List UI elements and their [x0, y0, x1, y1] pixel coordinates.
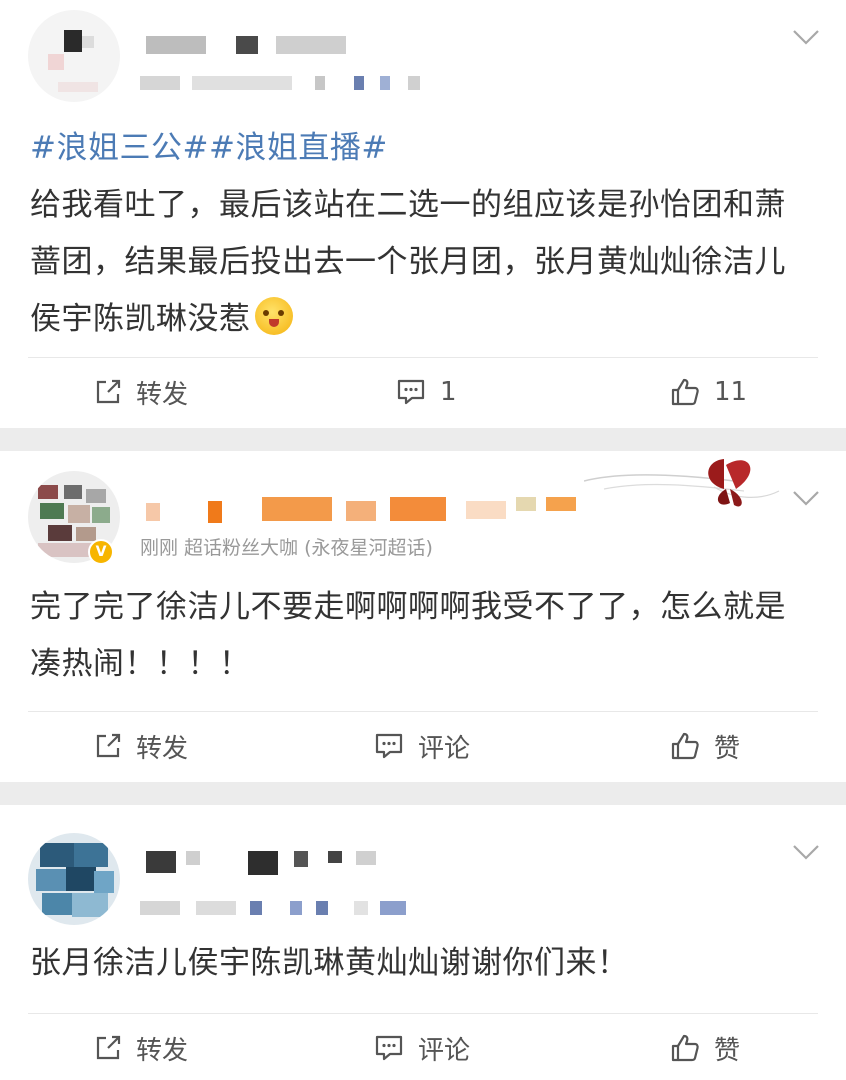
- repost-button[interactable]: 转发: [94, 362, 188, 422]
- share-square-icon: [96, 733, 121, 758]
- meta-blurred: [140, 901, 410, 915]
- comment-button[interactable]: 评论: [374, 1018, 470, 1078]
- share-square-icon: [96, 1035, 121, 1060]
- comment-bubble-icon: [397, 379, 425, 405]
- comment-button[interactable]: 评论: [374, 716, 470, 776]
- avatar[interactable]: [28, 10, 120, 102]
- like-button[interactable]: 11: [670, 362, 747, 422]
- topic-tags[interactable]: #浪姐三公##浪姐直播#: [30, 130, 388, 166]
- comment-button[interactable]: 1: [396, 362, 457, 422]
- chevron-down-icon[interactable]: [792, 843, 820, 861]
- post-card-3: 张月徐洁儿侯宇陈凯琳黄灿灿谢谢你们来！ 转发 评论 赞: [0, 805, 846, 1080]
- action-bar: 转发 评论 赞: [0, 716, 846, 776]
- action-bar: 转发 评论 赞: [0, 1018, 846, 1078]
- post-meta: 刚刚 超话粉丝大咖 (永夜星河超话): [140, 537, 433, 559]
- username-blurred[interactable]: [146, 36, 356, 54]
- comment-bubble-icon: [375, 1035, 403, 1061]
- repost-button[interactable]: 转发: [94, 716, 188, 776]
- divider: [28, 357, 818, 358]
- repost-label: 转发: [136, 1035, 189, 1066]
- like-button[interactable]: 赞: [670, 716, 740, 776]
- post-card-1: #浪姐三公##浪姐直播# 给我看吐了，最后该站在二选一的组应该是孙怡团和萧蔷团，…: [0, 0, 846, 428]
- repost-label: 转发: [136, 733, 189, 764]
- share-square-icon: [96, 379, 121, 404]
- post-body: 张月徐洁儿侯宇陈凯琳黄灿灿谢谢你们来！: [30, 935, 786, 992]
- like-count: 11: [714, 377, 748, 407]
- like-label: 赞: [714, 733, 741, 764]
- post-text: 完了完了徐洁儿不要走啊啊啊啊我受不了了，怎么就是凑热闹！！！！: [30, 589, 786, 682]
- like-label: 赞: [714, 1035, 741, 1066]
- hugging-face-emoji: [254, 297, 293, 335]
- comment-label: 评论: [418, 733, 471, 764]
- action-bar: 转发 1 11: [0, 362, 846, 422]
- verified-v-badge: V: [88, 539, 114, 565]
- thumbs-up-icon: [671, 378, 699, 406]
- post-body: 完了完了徐洁儿不要走啊啊啊啊我受不了了，怎么就是凑热闹！！！！: [30, 579, 786, 693]
- comment-bubble-icon: [375, 733, 403, 759]
- repost-label: 转发: [136, 379, 189, 410]
- comment-count: 1: [440, 377, 457, 407]
- username-blurred[interactable]: [146, 851, 386, 875]
- username-blurred[interactable]: [146, 497, 586, 523]
- post-text: 给我看吐了，最后该站在二选一的组应该是孙怡团和萧蔷团，结果最后投出去一个张月团，…: [30, 187, 786, 337]
- post-body: #浪姐三公##浪姐直播# 给我看吐了，最后该站在二选一的组应该是孙怡团和萧蔷团，…: [30, 120, 786, 348]
- avatar[interactable]: [28, 833, 120, 925]
- meta-blurred: [140, 76, 440, 90]
- butterfly-decoration: [584, 459, 780, 507]
- chevron-down-icon[interactable]: [792, 28, 820, 46]
- comment-label: 评论: [418, 1035, 471, 1066]
- thumbs-up-icon: [671, 1034, 699, 1062]
- post-text: 张月徐洁儿侯宇陈凯琳黄灿灿谢谢你们来！: [30, 945, 629, 981]
- thumbs-up-icon: [671, 732, 699, 760]
- like-button[interactable]: 赞: [670, 1018, 740, 1078]
- divider: [28, 1013, 818, 1014]
- post-card-2: V 刚刚 超话粉丝大咖 (永夜星河超话) 完了完了徐洁儿不要走啊啊啊啊我受不了了…: [0, 451, 846, 782]
- repost-button[interactable]: 转发: [94, 1018, 188, 1078]
- divider: [28, 711, 818, 712]
- chevron-down-icon[interactable]: [792, 489, 820, 507]
